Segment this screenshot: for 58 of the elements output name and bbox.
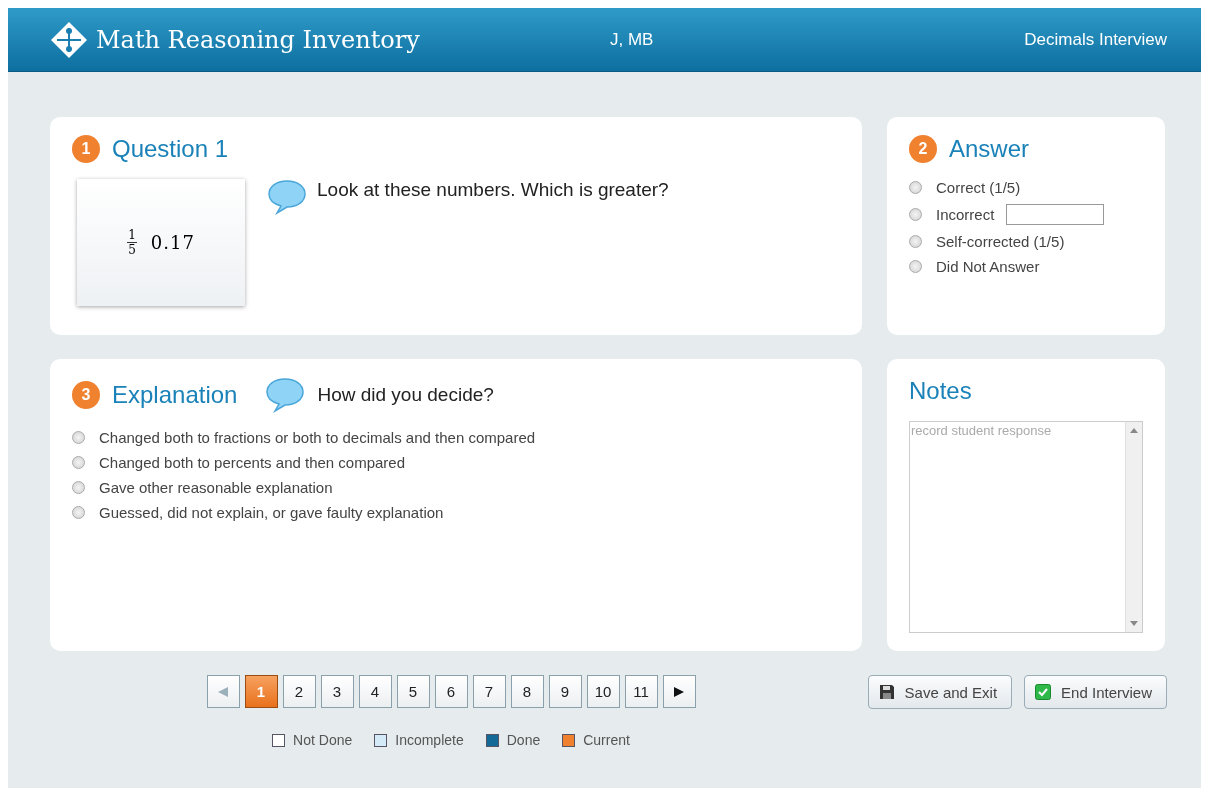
- left-triangle-icon: [217, 685, 229, 698]
- option-label: Changed both to fractions or both to decimals and then compared: [99, 429, 536, 446]
- fraction: 1 5: [127, 228, 137, 257]
- radio-button[interactable]: [72, 431, 85, 444]
- page-button[interactable]: 6: [434, 675, 468, 708]
- speech-bubble-icon: [265, 377, 306, 413]
- radio-button[interactable]: [909, 181, 922, 194]
- step-number: 2: [909, 135, 937, 163]
- step-number: 3: [72, 381, 100, 409]
- radio-button[interactable]: [72, 481, 85, 494]
- page-button[interactable]: 3: [320, 675, 354, 708]
- section-title: Notes: [909, 377, 972, 405]
- legend-label: Incomplete: [395, 732, 464, 748]
- logo-icon: [50, 20, 88, 59]
- save-button[interactable]: Save and Exit: [867, 675, 1013, 709]
- radio-button[interactable]: [909, 235, 922, 248]
- question-prompt: Look at these numbers. Which is greater?: [317, 179, 669, 201]
- option-label: Gave other reasonable explanation: [99, 479, 333, 496]
- section-title: Explanation: [112, 381, 238, 409]
- next-button[interactable]: [662, 675, 696, 708]
- page-button[interactable]: 4: [358, 675, 392, 708]
- section-title: Question 1: [112, 135, 229, 163]
- student-name: J, MB: [610, 29, 655, 50]
- step-number: 1: [72, 135, 100, 163]
- page-button[interactable]: 10: [586, 675, 620, 708]
- question-prompt: How did you decide?: [317, 384, 494, 406]
- decimal-number: 0.17: [150, 232, 195, 253]
- option-label: Changed both to percents and then compared: [99, 454, 406, 471]
- section-title: Answer: [949, 135, 1030, 163]
- scroll-up-icon[interactable]: [1130, 428, 1138, 433]
- radio-button[interactable]: [909, 260, 922, 273]
- end-button[interactable]: End Interview: [1024, 675, 1167, 709]
- scrollbar[interactable]: [1125, 421, 1143, 633]
- speech-bubble-icon: [267, 179, 307, 215]
- option-label: Correct (1/5): [936, 179, 1021, 196]
- radio-button[interactable]: [72, 456, 85, 469]
- radio-button[interactable]: [909, 208, 922, 221]
- page-button[interactable]: 9: [548, 675, 582, 708]
- scroll-down-icon[interactable]: [1130, 621, 1138, 626]
- input-field[interactable]: [1006, 204, 1105, 225]
- checkmark-icon: [1035, 684, 1052, 700]
- app-title: Math Reasoning Inventory: [96, 25, 420, 54]
- page-button[interactable]: 8: [510, 675, 544, 708]
- radio-button[interactable]: [72, 506, 85, 519]
- option-label: Incorrect: [936, 206, 995, 223]
- legend-label: Not Done: [293, 732, 353, 748]
- page-button[interactable]: 5: [396, 675, 430, 708]
- page-button[interactable]: 2: [282, 675, 316, 708]
- option-label: Self-corrected (1/5): [936, 233, 1065, 250]
- interview-title: Decimals Interview: [1024, 29, 1167, 50]
- page-button[interactable]: 11: [624, 675, 658, 708]
- option-label: Did Not Answer: [936, 258, 1040, 275]
- right-triangle-icon: [673, 685, 685, 698]
- legend-label: Done: [506, 732, 541, 748]
- notes-field[interactable]: record student response: [909, 421, 1125, 633]
- page-button[interactable]: 7: [472, 675, 506, 708]
- legend-label: Current: [583, 732, 630, 748]
- option-label: Guessed, did not explain, or gave faulty explanation: [99, 504, 444, 521]
